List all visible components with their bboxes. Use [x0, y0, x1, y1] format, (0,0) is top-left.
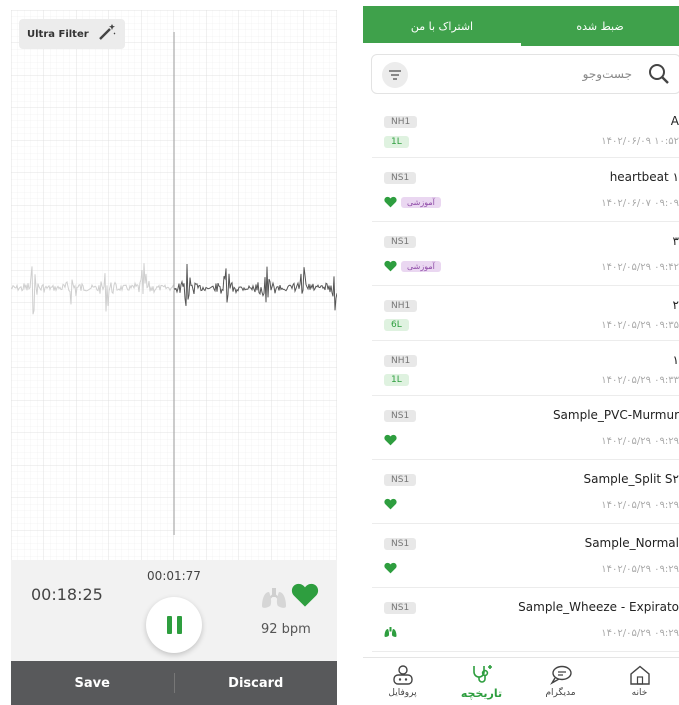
recorder-panel: Ultra Filter 00:18:25 00:01:77 92 bpm Sa…	[0, 0, 348, 705]
heart-icon[interactable]	[291, 582, 319, 612]
recording-date: ۱۴۰۲/۰۵/۲۹ ۰۹:۲۹	[601, 564, 679, 575]
recorder-action-bar: Save Discard	[11, 661, 337, 705]
recording-title: ۳	[672, 234, 679, 248]
recording-title: ۲	[672, 298, 679, 312]
clip-time: 00:01:77	[147, 569, 201, 583]
recording-title: Sample_Wheeze - Expirato	[518, 600, 679, 614]
nav-history-label: تاریخچه	[460, 686, 503, 700]
list-item[interactable]: Sample_Split S۲ ۱۴۰۲/۰۵/۲۹ ۰۹:۲۹ NS1	[372, 460, 679, 524]
ultra-filter-button[interactable]: Ultra Filter	[19, 19, 125, 49]
heart-icon	[384, 196, 397, 208]
lungs-icon[interactable]	[261, 586, 287, 614]
recordings-list: A ۱۴۰۲/۰۶/۰۹ ۱۰:۵۲ NH1 1L heartbeat ۱ ۱۴۰۲/۰۶…	[372, 102, 679, 652]
nav-home-label: خانه	[631, 688, 648, 698]
device-code-badge: NS1	[384, 602, 417, 614]
pause-icon-bar	[176, 616, 182, 634]
nav-profile-label: پروفایل	[388, 688, 417, 698]
recording-date: ۱۴۰۲/۰۶/۰۹ ۱۰:۵۲	[601, 136, 679, 147]
recording-date: ۱۴۰۲/۰۵/۲۹ ۰۹:۲۹	[601, 628, 679, 639]
tag-badge: آموزشی	[401, 196, 441, 208]
list-item[interactable]: ۱ ۱۴۰۲/۰۵/۲۹ ۰۹:۳۳ NH1 1L	[372, 341, 679, 396]
chat-icon	[549, 665, 572, 685]
device-code-badge: NS1	[384, 236, 417, 248]
profile-icon	[392, 665, 413, 685]
discard-button[interactable]: Discard	[175, 676, 338, 691]
lead-badge: 1L	[384, 374, 409, 386]
tag-badge: آموزشی	[401, 260, 441, 272]
recording-title: heartbeat ۱	[609, 170, 679, 184]
recording-title: ۱	[672, 353, 679, 367]
row-badges	[384, 562, 397, 574]
row-badges: آموزشی	[384, 196, 441, 208]
recording-title: Sample_PVC-Murmur	[552, 408, 679, 422]
list-item[interactable]: Sample_PVC-Murmur ۱۴۰۲/۰۵/۲۹ ۰۹:۲۹ NS1	[372, 396, 679, 460]
nav-history[interactable]: تاریخچه	[442, 658, 521, 705]
row-badges	[384, 434, 397, 446]
history-tabs: اشتراک با من ضبط شده	[363, 6, 679, 46]
pause-button[interactable]	[146, 597, 202, 653]
lead-badge: 1L	[384, 136, 409, 148]
search-icon[interactable]	[648, 63, 670, 89]
list-item[interactable]: ۲ ۱۴۰۲/۰۵/۲۹ ۰۹:۳۵ NH1 6L	[372, 286, 679, 341]
recording-date: ۱۴۰۲/۰۵/۲۹ ۰۹:۳۵	[601, 320, 679, 331]
device-code-badge: NS1	[384, 172, 417, 184]
heart-icon	[384, 562, 397, 574]
filter-icon[interactable]	[382, 62, 408, 88]
device-code-badge: NH1	[384, 355, 418, 367]
device-code-badge: NS1	[384, 410, 417, 422]
recording-title: A	[670, 114, 679, 128]
recorder-controls: 00:18:25 00:01:77 92 bpm	[11, 560, 337, 661]
pause-icon	[166, 616, 172, 634]
list-item[interactable]: heartbeat ۱ ۱۴۰۲/۰۶/۰۷ ۰۹:۰۹ NS1 آموزشی	[372, 158, 679, 222]
recording-date: ۱۴۰۲/۰۶/۰۷ ۰۹:۰۹	[601, 198, 679, 209]
list-item[interactable]: Sample_Wheeze - Expirato ۱۴۰۲/۰۵/۲۹ ۰۹:۲۹…	[372, 588, 679, 652]
heart-icon	[384, 434, 397, 446]
recording-date: ۱۴۰۲/۰۵/۲۹ ۰۹:۲۹	[601, 436, 679, 447]
recording-date: ۱۴۰۲/۰۵/۲۹ ۰۹:۴۲	[601, 262, 679, 273]
device-code-badge: NH1	[384, 116, 418, 128]
nav-medigram-label: مدیگرام	[545, 688, 576, 698]
row-badges: 6L	[384, 319, 409, 331]
lead-badge: 6L	[384, 319, 409, 331]
waveform-graph	[11, 10, 337, 560]
row-badges	[384, 626, 397, 638]
lungs-icon	[384, 627, 397, 637]
list-item[interactable]: ۳ ۱۴۰۲/۰۵/۲۹ ۰۹:۴۲ NS1 آموزشی	[372, 222, 679, 286]
row-badges: 1L	[384, 374, 409, 386]
search-input[interactable]: جست‌وجو	[583, 67, 632, 81]
search-bar[interactable]: جست‌وجو	[371, 54, 679, 94]
recording-title: Sample_Normal	[584, 536, 679, 550]
device-code-badge: NH1	[384, 300, 418, 312]
history-panel: اشتراک با من ضبط شده جست‌وجو A ۱۴۰۲/۰۶/۰۹…	[363, 6, 679, 705]
row-badges: آموزشی	[384, 260, 441, 272]
save-button[interactable]: Save	[11, 676, 174, 691]
nav-home[interactable]: خانه	[600, 658, 679, 705]
list-item[interactable]: A ۱۴۰۲/۰۶/۰۹ ۱۰:۵۲ NH1 1L	[372, 102, 679, 158]
recording-date: ۱۴۰۲/۰۵/۲۹ ۰۹:۳۳	[601, 375, 679, 386]
list-item[interactable]: Sample_Normal ۱۴۰۲/۰۵/۲۹ ۰۹:۲۹ NS1	[372, 524, 679, 588]
tab-shared-with-me[interactable]: اشتراک با من	[363, 6, 521, 46]
row-badges: 1L	[384, 136, 409, 148]
recording-title: Sample_Split S۲	[583, 472, 679, 486]
ultra-filter-label: Ultra Filter	[27, 28, 89, 40]
heart-icon	[384, 498, 397, 510]
elapsed-time: 00:18:25	[31, 585, 103, 604]
bpm-readout: 92 bpm	[261, 622, 311, 637]
bottom-nav: پروفایل تاریخچه مدیگرام خانه	[363, 657, 679, 705]
nav-profile[interactable]: پروفایل	[363, 658, 442, 705]
recording-date: ۱۴۰۲/۰۵/۲۹ ۰۹:۲۹	[601, 500, 679, 511]
magic-wand-icon	[97, 23, 117, 45]
nav-medigram[interactable]: مدیگرام	[521, 658, 600, 705]
tab-recorded[interactable]: ضبط شده	[521, 6, 679, 46]
device-code-badge: NS1	[384, 474, 417, 486]
device-code-badge: NS1	[384, 538, 417, 550]
heart-icon	[384, 260, 397, 272]
row-badges	[384, 498, 397, 510]
home-icon	[629, 665, 650, 685]
stethoscope-icon	[472, 664, 492, 683]
